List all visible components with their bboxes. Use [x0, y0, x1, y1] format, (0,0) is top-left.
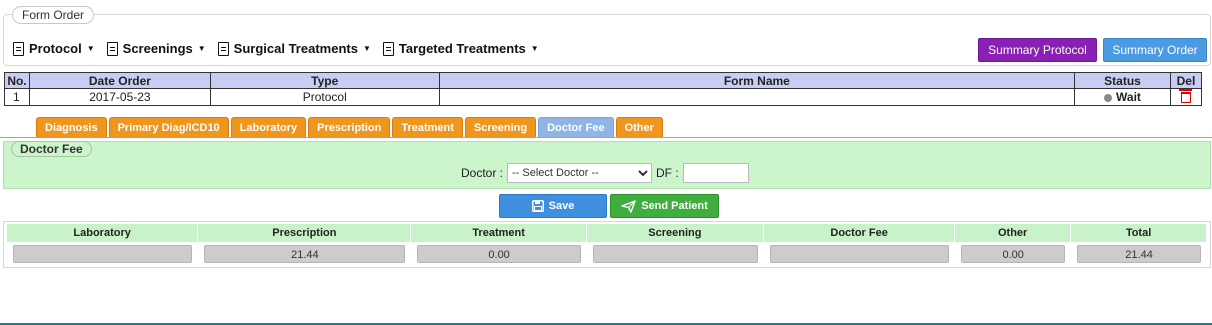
send-patient-label: Send Patient: [641, 200, 708, 212]
menu-protocol-label: Protocol: [29, 41, 82, 56]
save-label: Save: [548, 200, 575, 212]
table-row[interactable]: 1 2017-05-23 Protocol Wait: [4, 88, 1203, 106]
send-patient-button[interactable]: Send Patient: [610, 194, 719, 218]
summary-value-doctor-fee: [769, 244, 950, 263]
summary-header-treatment: Treatment: [411, 224, 587, 242]
summary-cell-prescription: 21.44: [198, 242, 411, 265]
col-header-date-order: Date Order: [28, 72, 211, 89]
menu-targeted-treatments[interactable]: Targeted Treatments ▼: [382, 41, 539, 56]
paper-plane-icon: [621, 199, 636, 213]
tab-other[interactable]: Other: [615, 117, 663, 138]
df-input[interactable]: [682, 163, 749, 183]
summary-cell-screening: [587, 242, 764, 265]
cost-summary-table: Laboratory Prescription Treatment Screen…: [7, 224, 1207, 265]
menu-protocol[interactable]: Protocol ▼: [13, 41, 95, 56]
tab-doctor-fee[interactable]: Doctor Fee: [538, 117, 614, 138]
tab-primary-diag-icd10[interactable]: Primary Diag/ICD10: [108, 117, 229, 138]
col-header-status: Status: [1074, 72, 1171, 89]
document-icon: [217, 41, 229, 56]
cell-date-order: 2017-05-23: [28, 88, 211, 106]
summary-header-laboratory: Laboratory: [7, 224, 199, 242]
summary-cell-total: 21.44: [1071, 242, 1207, 265]
tab-screening[interactable]: Screening: [464, 117, 537, 138]
document-icon: [106, 41, 118, 56]
order-tabs: Diagnosis Primary Diag/ICD10 Laboratory …: [36, 117, 663, 138]
summary-header-doctor-fee: Doctor Fee: [763, 224, 956, 242]
trash-icon[interactable]: [1178, 89, 1192, 104]
tab-prescription[interactable]: Prescription: [308, 117, 391, 138]
summary-header-other: Other: [955, 224, 1072, 242]
summary-value-screening: [592, 244, 758, 263]
summary-header-screening: Screening: [586, 224, 764, 242]
menu-surgical-treatments[interactable]: Surgical Treatments ▼: [217, 41, 371, 56]
order-menu: Protocol ▼ Screenings ▼ Surgical Treatme…: [13, 41, 539, 56]
doctor-label: Doctor :: [461, 166, 504, 180]
tab-treatment[interactable]: Treatment: [392, 117, 463, 138]
caret-down-icon: ▼: [197, 44, 206, 53]
tab-diagnosis[interactable]: Diagnosis: [36, 117, 107, 138]
cell-status: Wait: [1074, 88, 1171, 106]
floppy-disk-icon: [531, 200, 544, 212]
col-header-type: Type: [209, 72, 440, 89]
doctor-fee-legend: Doctor Fee: [11, 141, 92, 157]
status-dot-icon: [1104, 93, 1113, 102]
summary-header-row: Laboratory Prescription Treatment Screen…: [7, 224, 1207, 242]
order-table-header: No. Date Order Type Form Name Status Del: [4, 72, 1203, 89]
form-order-legend: Form Order: [12, 6, 95, 24]
order-table: No. Date Order Type Form Name Status Del…: [4, 72, 1203, 106]
summary-cell-treatment: 0.00: [411, 242, 586, 265]
status-text: Wait: [1116, 90, 1141, 104]
cell-form-name: [438, 88, 1076, 106]
col-header-form-name: Form Name: [438, 72, 1076, 89]
menu-targeted-treatments-label: Targeted Treatments: [398, 41, 526, 56]
df-label: DF :: [656, 166, 679, 180]
summary-cell-other: 0.00: [955, 242, 1071, 265]
summary-value-row: 21.44 0.00 0.00 21.44: [7, 242, 1207, 265]
caret-down-icon: ▼: [362, 44, 371, 53]
summary-protocol-button[interactable]: Summary Protocol: [978, 38, 1097, 62]
caret-down-icon: ▼: [86, 44, 95, 53]
col-header-no: No.: [4, 72, 30, 89]
cell-del: [1169, 88, 1203, 106]
summary-value-total: 21.44: [1077, 244, 1201, 263]
summary-order-button[interactable]: Summary Order: [1103, 38, 1207, 62]
cost-summary-panel: Laboratory Prescription Treatment Screen…: [3, 221, 1211, 268]
summary-value-prescription: 21.44: [204, 244, 406, 263]
summary-value-laboratory: [13, 244, 193, 263]
summary-value-treatment: 0.00: [417, 244, 581, 263]
doctor-select[interactable]: -- Select Doctor --: [507, 163, 653, 183]
menu-surgical-treatments-label: Surgical Treatments: [233, 41, 358, 56]
doctor-fee-row: Doctor : -- Select Doctor -- DF :: [461, 163, 749, 183]
save-button[interactable]: Save: [499, 194, 607, 218]
tab-laboratory[interactable]: Laboratory: [230, 117, 307, 138]
summary-header-prescription: Prescription: [198, 224, 412, 242]
document-icon: [13, 41, 24, 56]
col-header-del: Del: [1169, 72, 1203, 89]
caret-down-icon: ▼: [530, 44, 539, 53]
menu-screenings-label: Screenings: [122, 41, 193, 56]
doctor-fee-panel: Doctor Fee Doctor : -- Select Doctor -- …: [3, 141, 1211, 189]
cell-type: Protocol: [209, 88, 440, 106]
cell-no: 1: [4, 88, 30, 106]
menu-screenings[interactable]: Screenings ▼: [106, 41, 206, 56]
summary-cell-doctor-fee: [764, 242, 955, 265]
tab-divider: [0, 137, 1212, 138]
summary-value-other: 0.00: [961, 244, 1066, 263]
summary-header-total: Total: [1071, 224, 1207, 242]
summary-cell-laboratory: [7, 242, 198, 265]
document-icon: [382, 41, 394, 56]
